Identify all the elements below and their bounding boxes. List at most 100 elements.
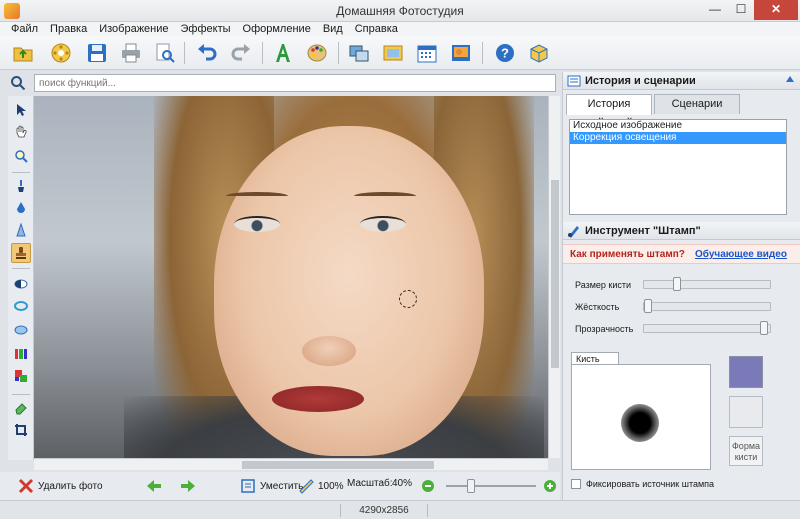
next-photo-button[interactable] xyxy=(180,478,200,494)
fit-label: Уместить xyxy=(260,480,304,492)
stamp-tool-title: Инструмент "Штамп" xyxy=(585,225,701,237)
crop-tool-icon[interactable] xyxy=(11,420,31,440)
title-bar: Домашняя Фотостудия — ☐ ✕ xyxy=(0,0,800,22)
minimize-button[interactable]: — xyxy=(702,0,728,20)
history-panel-title: История и сценарии xyxy=(585,75,696,87)
opacity-label: Прозрачность xyxy=(575,324,634,334)
open-folder-icon[interactable] xyxy=(10,40,36,66)
pointer-tool-icon[interactable] xyxy=(11,100,31,120)
hardness-slider[interactable] xyxy=(643,299,771,313)
fit-button[interactable]: Уместить xyxy=(240,478,303,494)
search-icon xyxy=(11,76,26,91)
hardness-label: Жёсткость xyxy=(575,302,620,312)
fix-source-row[interactable]: Фиксировать источник штампа xyxy=(571,479,714,489)
photo-region xyxy=(302,336,356,366)
right-panel: История и сценарии История действий Сцен… xyxy=(562,72,800,500)
levels-tool-icon[interactable] xyxy=(11,344,31,364)
menu-image[interactable]: Изображение xyxy=(93,22,174,36)
stamp-tool-icon[interactable] xyxy=(11,243,31,263)
collage-icon[interactable] xyxy=(346,40,372,66)
tab-scenarios[interactable]: Сценарии xyxy=(654,94,740,114)
frame-icon[interactable] xyxy=(380,40,406,66)
calendar-icon[interactable] xyxy=(414,40,440,66)
stamp-brush-cursor xyxy=(399,290,417,308)
ruler-icon xyxy=(299,479,314,494)
prev-photo-button[interactable] xyxy=(146,478,166,494)
history-list[interactable]: Исходное изображение Коррекция освещения xyxy=(569,119,787,215)
history-item[interactable]: Коррекция освещения xyxy=(570,132,786,144)
secondary-swatch[interactable] xyxy=(729,396,763,428)
toolbar-separator xyxy=(338,42,339,64)
preview-icon[interactable] xyxy=(152,40,178,66)
zoom-slider-thumb[interactable] xyxy=(467,479,475,493)
delete-icon xyxy=(18,478,34,494)
zoom-in-button[interactable] xyxy=(542,478,562,494)
tutorial-video-link[interactable]: Обучающее видео xyxy=(695,245,787,264)
cone-tool-icon[interactable] xyxy=(11,220,31,240)
drop-tool-icon[interactable] xyxy=(11,198,31,218)
box-icon[interactable] xyxy=(526,40,552,66)
collapse-icon[interactable] xyxy=(785,75,795,85)
opacity-slider[interactable] xyxy=(643,321,771,335)
zoom-slider[interactable] xyxy=(446,485,536,487)
menu-effects[interactable]: Эффекты xyxy=(175,22,237,36)
menu-decoration[interactable]: Оформление xyxy=(237,22,317,36)
toolbar-separator xyxy=(184,42,185,64)
menu-view[interactable]: Вид xyxy=(317,22,349,36)
zoom-label: Масштаб: xyxy=(347,478,393,489)
eraser-tool-icon[interactable] xyxy=(11,398,31,418)
toolbar-separator xyxy=(482,42,483,64)
color-swap-tool-icon[interactable] xyxy=(11,366,31,386)
zoom-100-label: 100% xyxy=(318,480,344,492)
zoom-out-button[interactable] xyxy=(420,478,440,494)
horizontal-scrollbar[interactable] xyxy=(34,458,548,470)
photo-region xyxy=(272,386,364,412)
maximize-button[interactable]: ☐ xyxy=(728,0,754,20)
tab-history[interactable]: История действий xyxy=(566,94,652,129)
history-item[interactable]: Исходное изображение xyxy=(570,120,786,132)
print-icon[interactable] xyxy=(118,40,144,66)
brush-color-swatch[interactable] xyxy=(729,356,763,388)
menu-file[interactable]: Файл xyxy=(0,22,44,36)
film-icon[interactable] xyxy=(48,40,74,66)
contrast-tool-icon[interactable] xyxy=(11,274,31,294)
vertical-scrollbar[interactable] xyxy=(548,96,560,458)
window-title: Домашняя Фотостудия xyxy=(336,4,464,18)
brush-size-slider[interactable] xyxy=(643,277,771,291)
help-question: Как применять штамп? xyxy=(570,249,685,260)
tool-separator xyxy=(12,172,30,173)
delete-photo-button[interactable]: Удалить фото xyxy=(18,478,103,494)
undo-icon[interactable] xyxy=(194,40,220,66)
postcard-icon[interactable] xyxy=(448,40,474,66)
hand-tool-icon[interactable] xyxy=(11,122,31,142)
opacity-thumb[interactable] xyxy=(760,321,768,335)
fix-source-checkbox[interactable] xyxy=(571,479,581,489)
menu-help[interactable]: Справка xyxy=(349,22,404,36)
zoom-100-button[interactable]: 100% xyxy=(298,478,344,494)
zoom-tool-icon[interactable] xyxy=(11,146,31,166)
brush-shape-button[interactable]: Форма кисти xyxy=(729,436,763,466)
brush-size-thumb[interactable] xyxy=(673,277,681,291)
zoom-value: 40% xyxy=(392,478,413,489)
scroll-thumb[interactable] xyxy=(242,461,434,469)
fit-icon xyxy=(241,479,255,493)
hardness-thumb[interactable] xyxy=(644,299,652,313)
search-input[interactable] xyxy=(34,74,556,92)
menu-edit[interactable]: Правка xyxy=(44,22,93,36)
brush-tool-icon[interactable] xyxy=(11,176,31,196)
help-icon[interactable]: ? xyxy=(492,40,518,66)
palette-icon[interactable] xyxy=(304,40,330,66)
minus-icon xyxy=(422,480,434,492)
image-dimensions: 4290x2856 xyxy=(340,504,428,517)
ring-tool-icon[interactable] xyxy=(11,296,31,316)
scroll-thumb[interactable] xyxy=(551,180,559,368)
redo-icon[interactable] xyxy=(228,40,254,66)
gradient-tool-icon[interactable] xyxy=(11,320,31,340)
photo-region xyxy=(354,192,416,200)
close-button[interactable]: ✕ xyxy=(754,0,798,20)
photo-region xyxy=(360,216,406,232)
photo-canvas[interactable] xyxy=(34,96,548,458)
delete-photo-label: Удалить фото xyxy=(38,480,103,492)
save-icon[interactable] xyxy=(84,40,110,66)
text-icon[interactable] xyxy=(270,40,296,66)
